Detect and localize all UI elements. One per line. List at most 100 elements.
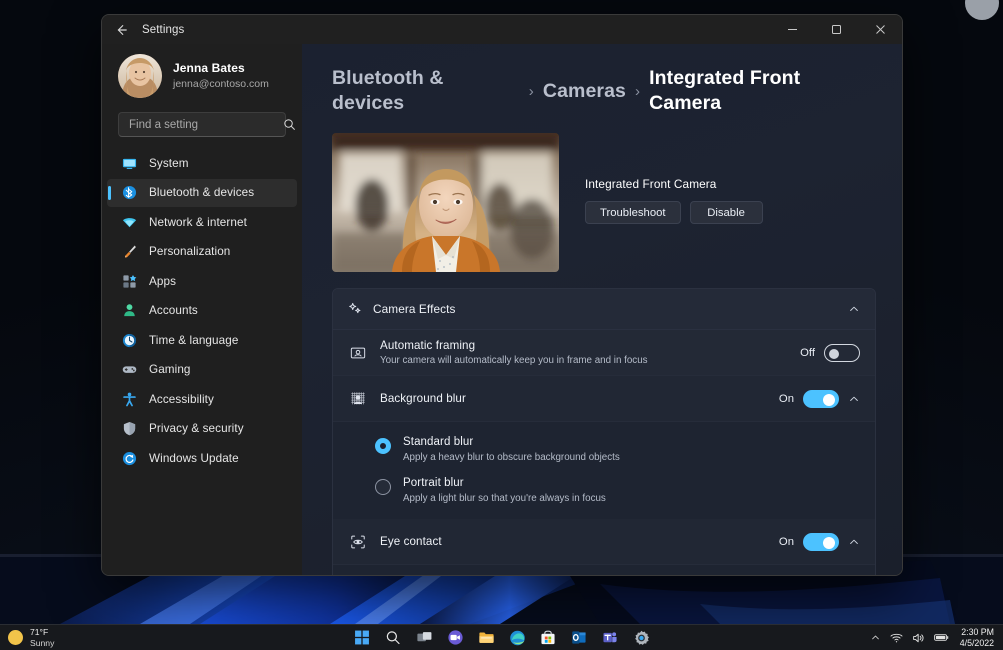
camera-preview	[332, 133, 559, 272]
chevron-up-icon[interactable]	[848, 536, 860, 548]
sidebar-item-accessibility[interactable]: Accessibility	[107, 385, 297, 413]
task-view-icon	[416, 630, 432, 645]
sidebar-item-personalization[interactable]: Personalization	[107, 238, 297, 266]
gear-icon	[633, 630, 649, 646]
device-info: Integrated Front Camera Troubleshoot Dis…	[585, 133, 763, 224]
task-view-button[interactable]	[413, 627, 435, 649]
option-portrait-blur-text: Portrait blur Apply a light blur so that…	[403, 476, 606, 505]
background-blur-options: Standard blur Apply a heavy blur to obsc…	[333, 422, 875, 519]
window-title: Settings	[142, 24, 184, 36]
microsoft-store-button[interactable]	[537, 627, 559, 649]
clock[interactable]: 2:30 PM 4/5/2022	[960, 627, 994, 648]
search-icon	[283, 118, 296, 131]
breadcrumb: Bluetooth & devices › Cameras › Integrat…	[332, 66, 876, 116]
breadcrumb-link-bluetooth[interactable]: Bluetooth & devices	[332, 66, 520, 116]
sidebar: Jenna Bates jenna@contoso.com	[102, 44, 302, 575]
avatar	[118, 54, 162, 98]
option-standard-blur[interactable]: Standard blur Apply a heavy blur to obsc…	[333, 429, 875, 470]
teams-button[interactable]	[599, 627, 621, 649]
system-tray: 2:30 PM 4/5/2022	[870, 627, 1003, 648]
minimize-button[interactable]	[770, 15, 814, 44]
weather-widget[interactable]: 71°F Sunny	[0, 627, 54, 648]
option-portrait-blur[interactable]: Portrait blur Apply a light blur so that…	[333, 470, 875, 511]
camera-effects-card: Camera Effects	[332, 288, 876, 575]
teams-icon	[603, 630, 618, 645]
chevron-up-icon[interactable]	[848, 303, 860, 315]
breadcrumb-separator: ›	[635, 79, 640, 104]
weather-condition: Sunny	[30, 638, 54, 648]
wifi-icon[interactable]	[890, 632, 903, 644]
battery-icon[interactable]	[934, 632, 949, 643]
paintbrush-icon	[121, 243, 138, 260]
bluetooth-icon	[121, 184, 138, 201]
account-block[interactable]: Jenna Bates jenna@contoso.com	[102, 46, 302, 106]
sidebar-item-label: Bluetooth & devices	[149, 186, 254, 199]
search-button[interactable]	[382, 627, 404, 649]
settings-button[interactable]	[630, 627, 652, 649]
option-eye-contact-standard[interactable]: Standard Make eye contact even when you'…	[333, 572, 875, 575]
person-frame-icon	[348, 345, 368, 361]
window-controls	[770, 15, 902, 44]
monitor-icon	[121, 155, 138, 172]
shield-icon	[121, 420, 138, 437]
radio-standard-blur[interactable]	[375, 438, 391, 454]
sidebar-item-system[interactable]: System	[107, 149, 297, 177]
taskbar: 71°F Sunny	[0, 624, 1003, 650]
eye-contact-row[interactable]: Eye contact On	[333, 519, 875, 565]
automatic-framing-row[interactable]: Automatic framing Your camera will autom…	[333, 330, 875, 376]
sidebar-item-gaming[interactable]: Gaming	[107, 356, 297, 384]
sidebar-item-windows-update[interactable]: Windows Update	[107, 444, 297, 472]
background-blur-title: Background blur	[380, 392, 769, 406]
maximize-button[interactable]	[814, 15, 858, 44]
clock-icon	[121, 332, 138, 349]
background-blur-row[interactable]: Background blur On	[333, 376, 875, 422]
sidebar-item-apps[interactable]: Apps	[107, 267, 297, 295]
troubleshoot-button[interactable]: Troubleshoot	[585, 201, 681, 224]
eye-contact-control: On	[779, 533, 860, 551]
search-box[interactable]	[118, 112, 286, 137]
clock-time: 2:30 PM	[960, 627, 994, 637]
file-explorer-button[interactable]	[475, 627, 497, 649]
breadcrumb-separator: ›	[529, 79, 534, 104]
sidebar-item-accounts[interactable]: Accounts	[107, 297, 297, 325]
edge-button[interactable]	[506, 627, 528, 649]
chevron-up-icon[interactable]	[848, 393, 860, 405]
sidebar-item-label: Time & language	[149, 334, 238, 347]
chat-icon	[447, 630, 463, 645]
option-subtitle: Apply a heavy blur to obscure background…	[403, 451, 620, 464]
disable-button[interactable]: Disable	[690, 201, 763, 224]
device-row: Integrated Front Camera Troubleshoot Dis…	[332, 133, 876, 272]
chevron-up-icon[interactable]	[870, 632, 881, 643]
speaker-icon[interactable]	[912, 632, 925, 644]
sidebar-item-time-language[interactable]: Time & language	[107, 326, 297, 354]
option-title: Standard blur	[403, 435, 620, 450]
start-button[interactable]	[351, 627, 373, 649]
outlook-button[interactable]	[568, 627, 590, 649]
background-blur-state: On	[779, 393, 794, 405]
eye-contact-toggle[interactable]	[803, 533, 839, 551]
page-title: Integrated Front Camera	[649, 66, 876, 116]
sidebar-item-bluetooth-devices[interactable]: Bluetooth & devices	[107, 179, 297, 207]
camera-effects-header[interactable]: Camera Effects	[333, 289, 875, 330]
radio-portrait-blur[interactable]	[375, 479, 391, 495]
taskbar-apps	[351, 627, 652, 649]
sidebar-item-network-internet[interactable]: Network & internet	[107, 208, 297, 236]
sidebar-item-label: Gaming	[149, 363, 191, 376]
sidebar-item-label: Accounts	[149, 304, 198, 317]
account-name: Jenna Bates	[173, 61, 269, 76]
background-blur-toggle[interactable]	[803, 390, 839, 408]
automatic-framing-toggle[interactable]	[824, 344, 860, 362]
back-arrow-icon[interactable]	[106, 17, 136, 43]
sidebar-item-label: Network & internet	[149, 216, 247, 229]
chat-button[interactable]	[444, 627, 466, 649]
wifi-icon	[121, 214, 138, 231]
clock-date: 4/5/2022	[960, 638, 994, 648]
close-button[interactable]	[858, 15, 902, 44]
main-content: Bluetooth & devices › Cameras › Integrat…	[302, 44, 902, 575]
automatic-framing-state: Off	[800, 347, 815, 359]
breadcrumb-link-cameras[interactable]: Cameras	[543, 79, 626, 104]
search-input[interactable]	[129, 119, 283, 131]
sidebar-item-label: Apps	[149, 275, 176, 288]
sidebar-item-privacy-security[interactable]: Privacy & security	[107, 415, 297, 443]
background-blur-control: On	[779, 390, 860, 408]
